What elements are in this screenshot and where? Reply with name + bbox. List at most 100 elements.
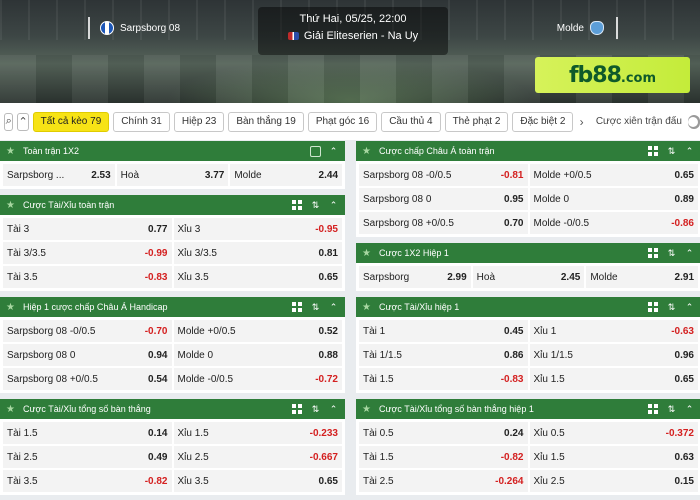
odds-button[interactable]: Molde 2.44 — [230, 164, 343, 186]
odds-button[interactable]: Xỉu 3 -0.95 — [173, 218, 342, 240]
odds-button[interactable]: Molde -0/0.5 -0.72 — [173, 368, 342, 390]
odds-button[interactable]: Sarpsborg ... 2.53 — [3, 164, 115, 186]
odds-button[interactable]: Molde +0/0.5 0.52 — [173, 320, 342, 342]
tab-4[interactable]: Phạt góc 16 — [307, 111, 378, 132]
grid-view-icon[interactable] — [648, 247, 659, 259]
sliders-icon[interactable]: ⇅ — [310, 404, 321, 415]
odds-button[interactable]: Molde -0/0.5 -0.86 — [529, 212, 698, 234]
tab-2[interactable]: Hiệp 23 — [173, 111, 225, 132]
odds-button[interactable]: Tài 1.5 -0.82 — [359, 446, 528, 468]
odds-button[interactable]: Xỉu 1.5 0.65 — [529, 368, 698, 390]
odds-button[interactable]: Tài 1.5 -0.83 — [359, 368, 528, 390]
market-header[interactable]: ★ Cược chấp Châu Á toàn trận ⇅ ⌃ — [356, 141, 700, 161]
odds-button[interactable]: Tài 3/3.5 -0.99 — [3, 242, 172, 264]
tv-icon[interactable] — [310, 145, 321, 157]
odds-button[interactable]: Tài 2.5 -0.264 — [359, 470, 528, 492]
grid-view-icon[interactable] — [648, 301, 659, 313]
star-icon[interactable]: ★ — [6, 200, 15, 211]
tab-0[interactable]: Tất cả kèo 79 — [32, 111, 110, 132]
odds-button[interactable]: Sarpsborg 08 -0/0.5 -0.81 — [359, 164, 528, 186]
star-icon[interactable]: ★ — [362, 302, 371, 313]
odds-button[interactable]: Sarpsborg 2.99 — [359, 266, 471, 288]
market-header[interactable]: ★ Cược Tài/Xỉu toàn trận ⇅ ⌃ — [0, 195, 345, 215]
odds-button[interactable]: Xỉu 1 -0.63 — [529, 320, 698, 342]
chevron-up-icon[interactable]: ⌃ — [328, 302, 339, 313]
odds-button[interactable]: Sarpsborg 08 0 0.95 — [359, 188, 528, 210]
odds-button[interactable]: Tài 1.5 0.14 — [3, 422, 172, 444]
odds-button[interactable]: Sarpsborg 08 0 0.94 — [3, 344, 172, 366]
sliders-icon[interactable]: ⇅ — [666, 404, 677, 415]
odds-button[interactable]: Tài 2.5 0.49 — [3, 446, 172, 468]
chevron-up-icon[interactable]: ⌃ — [684, 146, 695, 157]
grid-view-icon[interactable] — [648, 403, 659, 415]
grid-view-icon[interactable] — [292, 199, 303, 211]
sliders-icon[interactable]: ⇅ — [310, 200, 321, 211]
chevron-up-icon[interactable]: ⌃ — [684, 404, 695, 415]
odds-button[interactable]: Xỉu 3.5 0.65 — [173, 470, 342, 492]
odds-button[interactable]: Tài 3.5 -0.82 — [3, 470, 172, 492]
odds-button[interactable]: Tài 3.5 -0.83 — [3, 266, 172, 288]
market-header[interactable]: ★ Cược Tài/Xỉu hiệp 1 ⇅ ⌃ — [356, 297, 700, 317]
star-icon[interactable]: ★ — [362, 248, 371, 259]
odds-button[interactable]: Xỉu 3.5 0.65 — [173, 266, 342, 288]
star-icon[interactable]: ★ — [362, 404, 371, 415]
chevron-up-icon[interactable]: ⌃ — [684, 302, 695, 313]
odds-button[interactable]: Hoà 3.77 — [116, 164, 229, 186]
grid-view-icon[interactable] — [292, 301, 303, 313]
odds-button[interactable]: Tài 0.5 0.24 — [359, 422, 528, 444]
odds-button[interactable]: Xỉu 1/1.5 0.96 — [529, 344, 698, 366]
combo-bet-toggle[interactable] — [687, 114, 700, 129]
search-icon[interactable]: ⌕ — [4, 112, 14, 131]
star-icon[interactable]: ★ — [6, 404, 15, 415]
odds-value: 0.81 — [318, 247, 338, 259]
odds-button[interactable]: Hoà 2.45 — [472, 266, 585, 288]
odds-button[interactable]: Tài 1 0.45 — [359, 320, 528, 342]
market-header[interactable]: ★ Cược Tài/Xỉu tổng số bàn thắng hiệp 1 ⇅ ⌃ — [356, 399, 700, 419]
chevron-up-icon[interactable]: ⌃ — [328, 200, 339, 211]
odds-button[interactable]: Xỉu 3/3.5 0.81 — [173, 242, 342, 264]
odds-button[interactable]: Molde 0 0.89 — [529, 188, 698, 210]
odds-button[interactable]: Sarpsborg 08 +0/0.5 0.70 — [359, 212, 528, 234]
odds-button[interactable]: Tài 3 0.77 — [3, 218, 172, 240]
market-header[interactable]: ★ Toàn trận 1X2 ⌃ — [0, 141, 345, 161]
grid-view-icon[interactable] — [648, 145, 659, 157]
tab-7[interactable]: Đặc biệt 2 — [512, 111, 574, 132]
odds-button[interactable]: Xỉu 1.5 -0.233 — [173, 422, 342, 444]
chevron-up-icon[interactable]: ⌃ — [684, 248, 695, 259]
chevron-up-icon[interactable]: ⌃ — [328, 404, 339, 415]
chevrons-up-icon[interactable]: ⌃ — [17, 112, 29, 131]
market-header[interactable]: ★ Cược Tài/Xỉu tổng số bàn thắng ⇅ ⌃ — [0, 399, 345, 419]
grid-view-icon[interactable] — [292, 403, 303, 415]
sliders-icon[interactable]: ⇅ — [666, 248, 677, 259]
sliders-icon[interactable]: ⇅ — [666, 146, 677, 157]
sliders-icon[interactable]: ⇅ — [666, 302, 677, 313]
odds-button[interactable]: Xỉu 0.5 -0.372 — [529, 422, 698, 444]
star-icon[interactable]: ★ — [6, 146, 15, 157]
brand-logo[interactable]: fb88.com — [535, 57, 690, 93]
tab-3[interactable]: Bàn thắng 19 — [228, 111, 304, 132]
tab-6[interactable]: Thẻ phạt 2 — [444, 111, 509, 132]
tab-5[interactable]: Cầu thủ 4 — [381, 111, 441, 132]
star-icon[interactable]: ★ — [6, 302, 15, 313]
tab-1[interactable]: Chính 31 — [113, 111, 170, 132]
market-header[interactable]: ★ Cược 1X2 Hiệp 1 ⇅ ⌃ — [356, 243, 700, 263]
odds-button[interactable]: Xỉu 1.5 0.63 — [529, 446, 698, 468]
market-header[interactable]: ★ Hiệp 1 cược chấp Châu Á Handicap ⇅ ⌃ — [0, 297, 345, 317]
home-team[interactable]: Sarpsborg 08 — [88, 17, 180, 39]
star-icon[interactable]: ★ — [362, 146, 371, 157]
odds-button[interactable]: Sarpsborg 08 +0/0.5 0.54 — [3, 368, 172, 390]
selection-label: Xỉu 3 — [177, 223, 201, 235]
odds-button[interactable]: Molde +0/0.5 0.65 — [529, 164, 698, 186]
odds-button[interactable]: Molde 0 0.88 — [173, 344, 342, 366]
selection-label: Xỉu 3.5 — [177, 475, 209, 487]
odds-button[interactable]: Tài 1/1.5 0.86 — [359, 344, 528, 366]
odds-button[interactable]: Molde 2.91 — [586, 266, 699, 288]
chevron-right-icon[interactable]: › — [577, 112, 585, 132]
odds-button[interactable]: Xỉu 2.5 0.15 — [529, 470, 698, 492]
odds-button[interactable]: Sarpsborg 08 -0/0.5 -0.70 — [3, 320, 172, 342]
selection-label: Molde — [234, 169, 262, 181]
sliders-icon[interactable]: ⇅ — [310, 302, 321, 313]
odds-button[interactable]: Xỉu 2.5 -0.667 — [173, 446, 342, 468]
chevron-up-icon[interactable]: ⌃ — [328, 146, 339, 157]
away-team[interactable]: Molde — [557, 17, 618, 39]
